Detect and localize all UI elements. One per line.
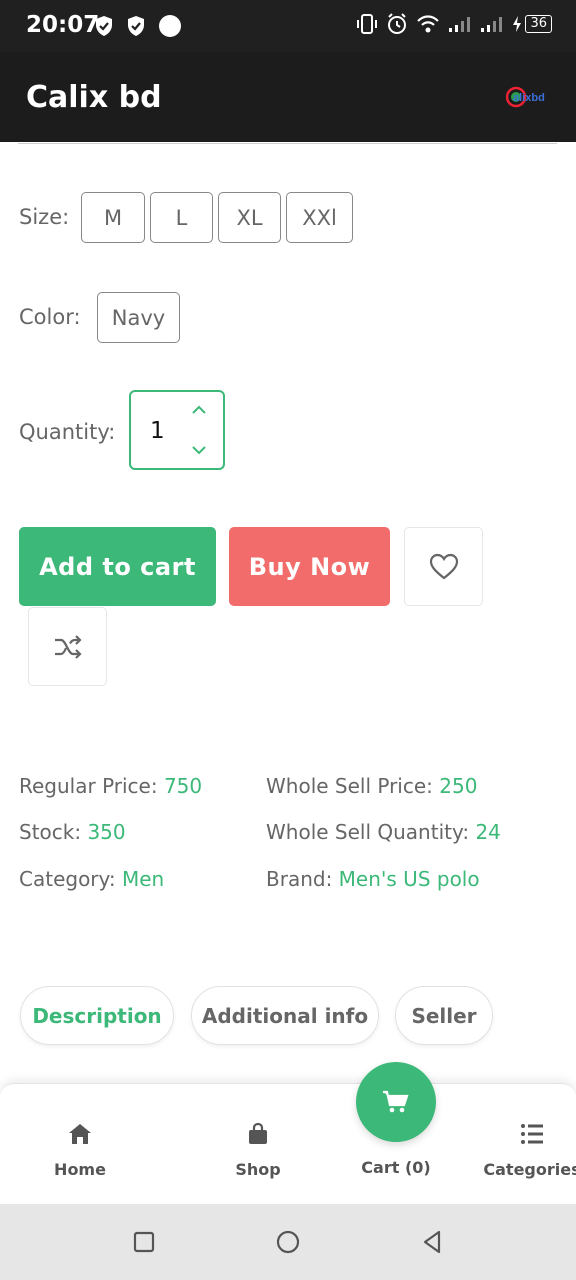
brand: Brand: Men's US polo (266, 867, 480, 891)
bottom-nav: Home Shop Categories (0, 1083, 576, 1204)
recent-apps-icon[interactable] (130, 1228, 158, 1256)
vibrate-icon (357, 14, 378, 34)
stock-label: Stock: (19, 820, 82, 844)
chevron-up-icon[interactable] (189, 402, 209, 418)
shield-check-icon (128, 16, 144, 36)
status-right-icons: 36 (356, 13, 552, 35)
wholesale-quantity-value: 24 (475, 820, 501, 844)
brand-value[interactable]: Men's US polo (339, 867, 480, 891)
wholesale-price-label: Whole Sell Price: (266, 774, 433, 798)
add-to-cart-button[interactable]: Add to cart (19, 527, 216, 606)
chevron-down-icon[interactable] (189, 442, 209, 458)
brand-logo[interactable]: alixbd (506, 86, 556, 108)
shield-check-icon (96, 16, 112, 36)
tab-additional-info[interactable]: Additional info (191, 986, 379, 1045)
color-label: Color: (19, 305, 81, 329)
home-circle-icon[interactable] (274, 1228, 302, 1256)
stock: Stock: 350 (19, 820, 126, 844)
system-nav-bar (0, 1204, 576, 1280)
screen: 20:07 36 Calix bd alixbd Size: M L XL XX… (0, 0, 576, 1280)
size-option-xl[interactable]: XL (218, 192, 281, 243)
size-option-l[interactable]: L (150, 192, 213, 243)
wholesale-quantity: Whole Sell Quantity: 24 (266, 820, 501, 844)
shopping-bag-icon (244, 1120, 272, 1148)
brand-label: Brand: (266, 867, 333, 891)
nav-categories-label: Categories (483, 1160, 576, 1179)
color-option-navy[interactable]: Navy (97, 292, 180, 343)
status-left-icons (94, 14, 182, 38)
status-time: 20:07 (26, 12, 100, 38)
cart-icon (383, 1090, 409, 1113)
nav-shop[interactable]: Shop (218, 1084, 298, 1205)
status-bar: 20:07 36 (0, 0, 576, 52)
home-icon (66, 1120, 94, 1148)
nav-home-label: Home (54, 1160, 106, 1179)
wholesale-price: Whole Sell Price: 250 (266, 774, 477, 798)
wishlist-button[interactable] (404, 527, 483, 606)
tab-seller[interactable]: Seller (395, 986, 493, 1045)
category-label: Category: (19, 867, 116, 891)
nav-categories[interactable]: Categories (483, 1084, 576, 1205)
charging-icon (513, 16, 522, 32)
wholesale-quantity-label: Whole Sell Quantity: (266, 820, 470, 844)
nav-cart-label[interactable]: Cart (0) (356, 1158, 436, 1177)
size-options: M L XL XXl (81, 192, 353, 243)
shuffle-icon (54, 634, 82, 659)
battery: 36 (512, 15, 552, 33)
stock-value: 350 (87, 820, 126, 844)
alarm-icon (388, 13, 407, 34)
cart-fab-button[interactable] (356, 1062, 436, 1142)
svg-text:alixbd: alixbd (513, 92, 545, 104)
app-title: Calix bd (26, 80, 162, 115)
nav-home[interactable]: Home (40, 1084, 120, 1205)
battery-level: 36 (525, 15, 552, 33)
category-value[interactable]: Men (122, 867, 164, 891)
regular-price: Regular Price: 750 (19, 774, 202, 798)
circle-icon (159, 15, 181, 37)
quantity-stepper[interactable]: 1 (129, 390, 225, 470)
quantity-value[interactable]: 1 (150, 418, 165, 444)
wholesale-price-value: 250 (439, 774, 478, 798)
size-label: Size: (19, 205, 70, 229)
wifi-icon (417, 15, 440, 33)
tab-description[interactable]: Description (20, 986, 174, 1045)
signal-icon (481, 17, 503, 32)
app-bar: Calix bd alixbd (0, 52, 576, 142)
buy-now-button[interactable]: Buy Now (229, 527, 390, 606)
size-option-m[interactable]: M (81, 192, 145, 243)
signal-icon (449, 17, 471, 32)
category: Category: Men (19, 867, 164, 891)
regular-price-label: Regular Price: (19, 774, 158, 798)
list-icon (518, 1120, 546, 1148)
divider (18, 143, 557, 144)
compare-button[interactable] (28, 607, 107, 686)
nav-shop-label: Shop (235, 1160, 281, 1179)
quantity-label: Quantity: (19, 420, 116, 444)
size-option-xxl[interactable]: XXl (286, 192, 353, 243)
back-icon[interactable] (418, 1228, 446, 1256)
regular-price-value: 750 (163, 774, 203, 798)
heart-icon (429, 553, 458, 579)
